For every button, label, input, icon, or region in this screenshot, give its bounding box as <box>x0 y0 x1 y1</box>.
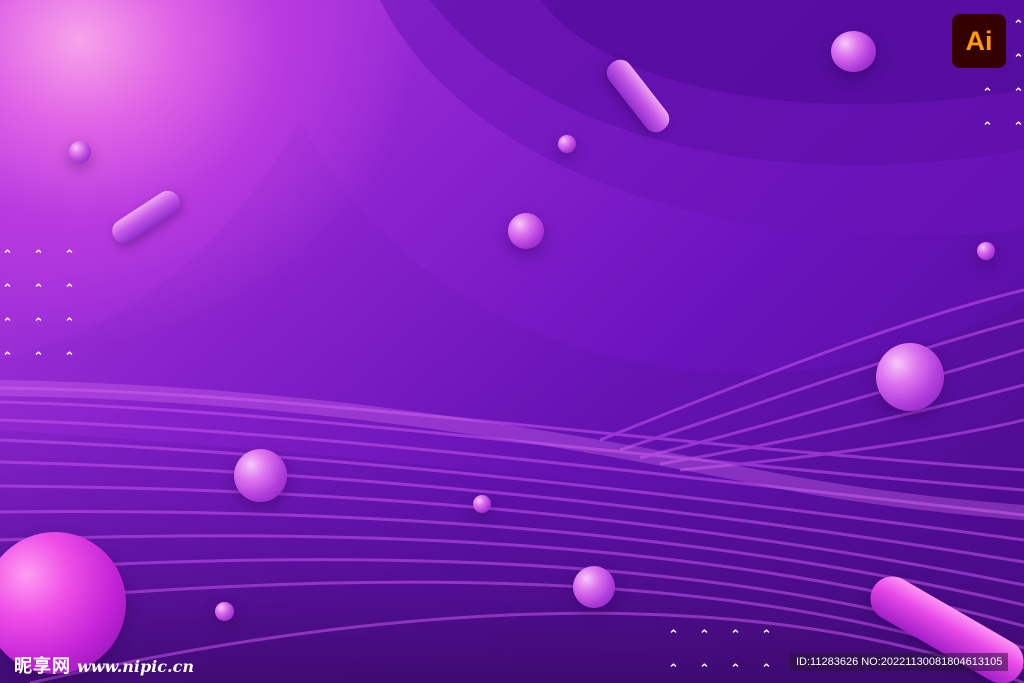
sphere-decor <box>573 566 615 608</box>
chevron-up-icon: ⌃ <box>761 628 772 643</box>
sphere-decor <box>876 343 944 411</box>
chevron-up-icon: ⌃ <box>2 350 13 365</box>
chevron-up-icon: ⌃ <box>2 248 13 263</box>
chevron-up-icon: ⌃ <box>2 316 13 331</box>
chevron-up-icon: ⌃ <box>33 248 44 263</box>
chevron-up-icon: ⌃ <box>699 628 710 643</box>
chevron-pattern-left: ⌃ ⌃ ⌃ ⌃ ⌃ ⌃ ⌃ ⌃ ⌃ ⌃ ⌃ ⌃ <box>2 248 95 386</box>
chevron-up-icon: ⌃ <box>1013 18 1024 33</box>
chevron-up-icon: ⌃ <box>1013 86 1024 101</box>
background-waves <box>0 0 1024 683</box>
chevron-up-icon: ⌃ <box>699 662 710 677</box>
chevron-up-icon: ⌃ <box>668 662 679 677</box>
purple-abstract-background: ⌃ ⌃ ⌃ ⌃ ⌃ ⌃ ⌃ ⌃ ⌃ ⌃ ⌃ ⌃ ⌃ ⌃ ⌃ ⌃ ⌃ ⌃ ⌃ ⌃ … <box>0 0 1024 683</box>
chevron-up-icon: ⌃ <box>64 282 75 297</box>
chevron-up-icon: ⌃ <box>1013 52 1024 67</box>
chevron-up-icon: ⌃ <box>668 628 679 643</box>
chevron-up-icon: ⌃ <box>64 248 75 263</box>
watermark-id-text: ID:11283626 NO:20221130081804613105 <box>796 656 1003 668</box>
sphere-decor <box>215 602 234 621</box>
watermark-site-name: 昵享网 <box>14 656 71 677</box>
chevron-up-icon: ⌃ <box>982 120 993 135</box>
watermark-id: ID:11283626 NO:20221130081804613105 <box>790 653 1009 671</box>
chevron-up-icon: ⌃ <box>1013 120 1024 135</box>
sphere-decor <box>977 242 995 260</box>
chevron-up-icon: ⌃ <box>730 662 741 677</box>
chevron-up-icon: ⌃ <box>730 628 741 643</box>
chevron-up-icon: ⌃ <box>2 282 13 297</box>
illustrator-file-badge: Ai <box>952 14 1006 68</box>
watermark-logo: 昵享网 www.nipic.cn <box>14 652 194 678</box>
sphere-decor <box>69 141 91 163</box>
chevron-up-icon: ⌃ <box>982 86 993 101</box>
chevron-pattern-bottom: ⌃ ⌃ ⌃ ⌃ ⌃ ⌃ ⌃ ⌃ <box>668 628 792 683</box>
sphere-decor <box>473 495 491 513</box>
chevron-up-icon: ⌃ <box>761 662 772 677</box>
chevron-up-icon: ⌃ <box>64 316 75 331</box>
sphere-decor <box>831 31 876 72</box>
chevron-up-icon: ⌃ <box>33 282 44 297</box>
chevron-up-icon: ⌃ <box>33 316 44 331</box>
sphere-decor <box>234 449 287 502</box>
sphere-decor <box>558 135 576 153</box>
sphere-decor <box>508 213 544 249</box>
badge-label: Ai <box>965 25 993 56</box>
watermark-site-url: www.nipic.cn <box>77 657 194 676</box>
chevron-up-icon: ⌃ <box>64 350 75 365</box>
chevron-up-icon: ⌃ <box>33 350 44 365</box>
